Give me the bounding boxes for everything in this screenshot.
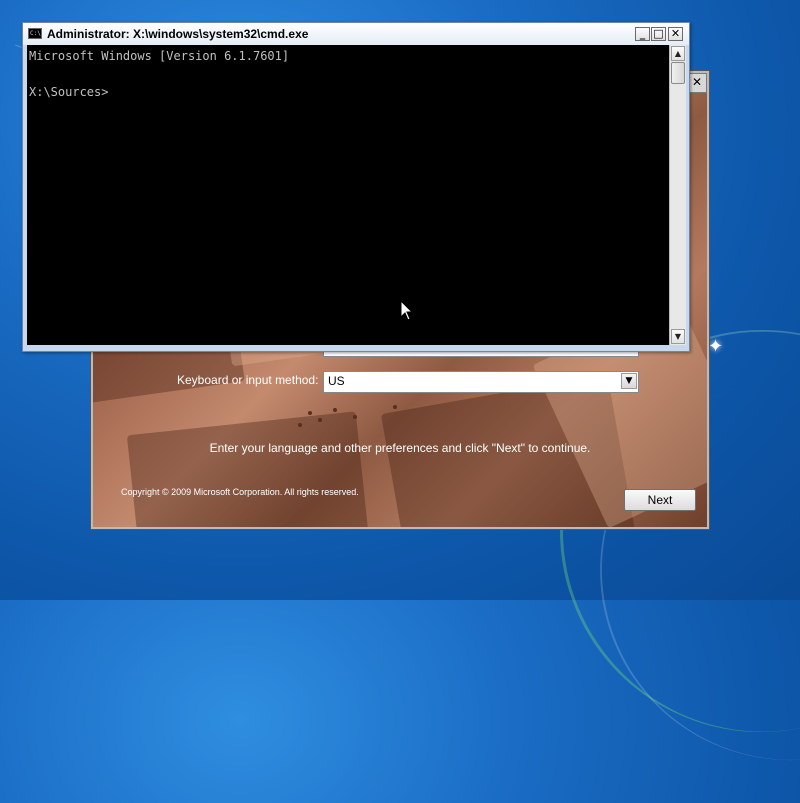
- setup-close-button[interactable]: ✕: [687, 73, 707, 93]
- scroll-up-button[interactable]: ▲: [671, 46, 685, 61]
- vertical-scrollbar[interactable]: ▲ ▼: [669, 45, 686, 345]
- crumb: [298, 423, 302, 427]
- keyboard-method-label: Keyboard or input method:: [177, 373, 319, 387]
- scroll-thumb[interactable]: [671, 62, 685, 84]
- crumb: [353, 415, 357, 419]
- keyboard-method-value: US: [328, 374, 345, 388]
- crumb: [308, 411, 312, 415]
- keyboard-method-select[interactable]: US ▼: [323, 371, 639, 393]
- cmd-titlebar[interactable]: C:\ Administrator: X:\windows\system32\c…: [23, 23, 689, 45]
- setup-instruction-text: Enter your language and other preference…: [209, 441, 591, 455]
- crumb: [333, 408, 337, 412]
- sparkle-icon: ✦: [708, 336, 724, 357]
- maximize-button[interactable]: □: [651, 27, 666, 41]
- cmd-icon[interactable]: C:\: [28, 28, 42, 39]
- chocolate-decoration: [126, 411, 370, 527]
- window-title: Administrator: X:\windows\system32\cmd.e…: [47, 27, 309, 41]
- console-line: Microsoft Windows [Version 6.1.7601]: [29, 49, 290, 63]
- cmd-window: C:\ Administrator: X:\windows\system32\c…: [22, 22, 690, 352]
- chevron-down-icon[interactable]: ▼: [621, 373, 637, 389]
- close-button[interactable]: ✕: [668, 27, 683, 41]
- mouse-pointer-icon: [400, 300, 414, 321]
- crumb: [318, 418, 322, 422]
- copyright-text: Copyright © 2009 Microsoft Corporation. …: [121, 487, 359, 497]
- minimize-button[interactable]: _: [635, 27, 650, 41]
- console-line: X:\Sources>: [29, 85, 109, 99]
- crumb: [393, 405, 397, 409]
- console-output[interactable]: Microsoft Windows [Version 6.1.7601] X:\…: [27, 45, 669, 345]
- next-button[interactable]: Next: [624, 489, 696, 511]
- scroll-down-button[interactable]: ▼: [671, 329, 685, 344]
